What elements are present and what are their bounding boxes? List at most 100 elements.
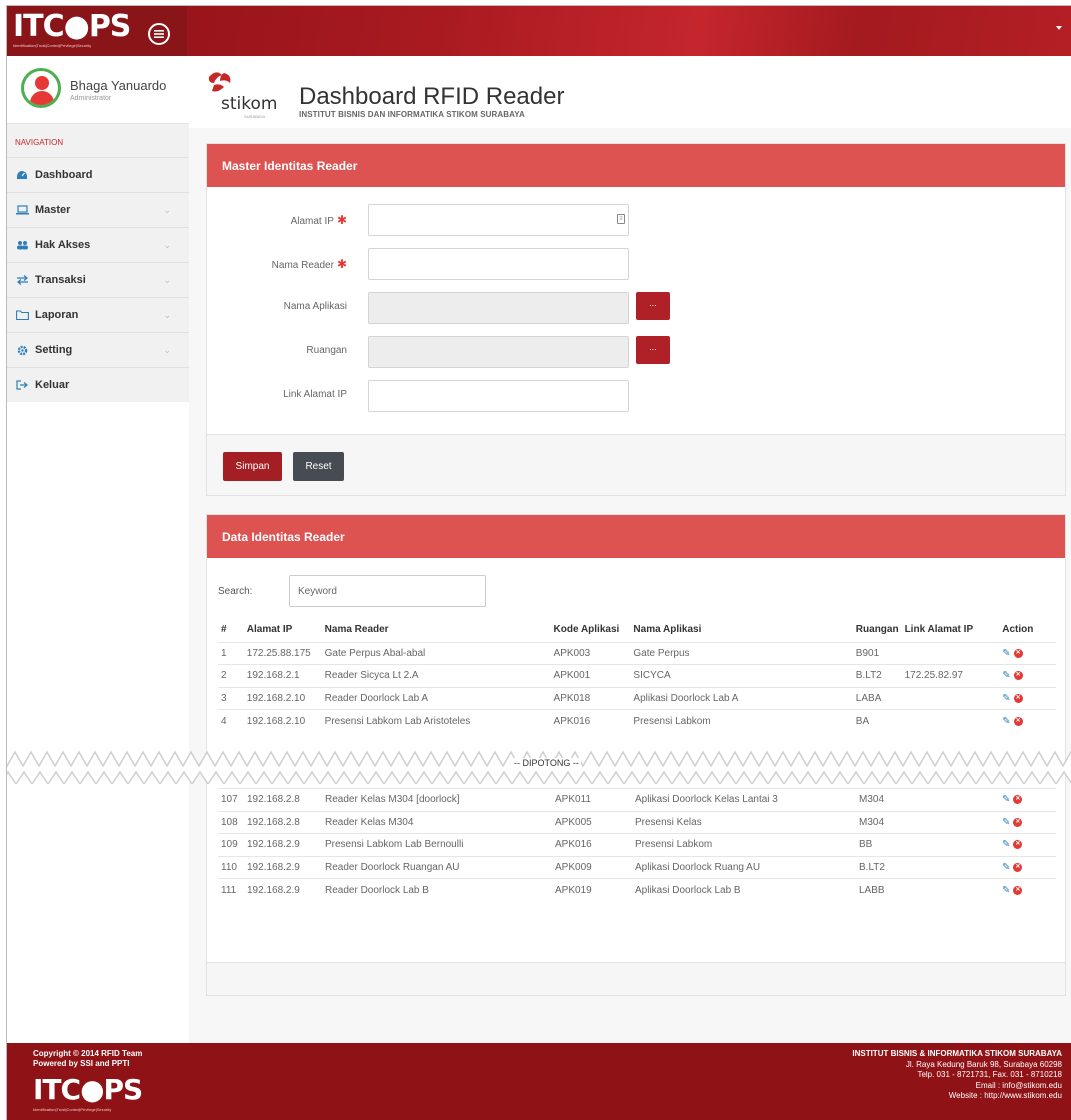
page-title: Dashboard RFID Reader <box>299 83 565 110</box>
table-cell: LABA <box>852 686 902 710</box>
nama-reader-input[interactable] <box>368 248 629 280</box>
avatar <box>21 68 61 108</box>
table-cell: Reader Doorlock Ruangan AU <box>322 855 552 879</box>
sidebar-item-dashboard[interactable]: Dashboard <box>7 157 189 192</box>
sidebar-item-keluar[interactable]: Keluar <box>7 367 189 402</box>
table-row: 107 192.168.2.8 Reader Kelas M304 [doorloc… <box>218 788 1056 811</box>
nama-aplikasi-input <box>368 292 629 324</box>
table-body-bottom: 107 192.168.2.8 Reader Kelas M304 [doorloc… <box>218 788 1056 901</box>
sign-out-icon <box>15 379 29 391</box>
sidebar-item-label: Keluar <box>35 379 70 391</box>
sidebar-item-label: Hak Akses <box>35 239 91 251</box>
edit-icon[interactable]: ✎ <box>1002 839 1010 850</box>
page-subtitle: INSTITUT BISNIS DAN INFORMATIKA STIKOM S… <box>299 110 525 119</box>
edit-icon[interactable]: ✎ <box>1002 885 1010 896</box>
app-frame: ITC●PS Identification|Trust|Control|Priv… <box>6 5 1071 1120</box>
column-header[interactable]: Nama Reader <box>322 618 551 642</box>
delete-icon[interactable]: ✕ <box>1013 716 1023 726</box>
delete-icon[interactable]: ✕ <box>1013 795 1023 805</box>
profile-role: Administrator <box>70 95 112 102</box>
table-cell: SICYCA <box>630 664 853 687</box>
table-cell <box>901 855 999 879</box>
delete-icon[interactable]: ✕ <box>1013 885 1023 895</box>
row-actions: ✎ ✕ <box>999 709 1056 732</box>
link-alamat-ip-input[interactable] <box>368 380 629 412</box>
sidebar: Bhaga Yanuardo Administrator NAVIGATION … <box>7 56 189 1056</box>
hamburger-icon <box>154 30 164 38</box>
table-cell: Presensi Labkom <box>632 833 856 856</box>
delete-icon[interactable]: ✕ <box>1013 817 1023 827</box>
data-panel-title: Data Identitas Reader <box>207 515 1065 558</box>
form-row-link-alamat-ip: Link Alamat IP <box>207 380 1067 412</box>
stikom-city: SURABAYA <box>244 114 266 119</box>
exchange-icon <box>15 274 29 286</box>
edit-icon[interactable]: ✎ <box>1002 794 1010 805</box>
footer-contact: INSTITUT BISNIS & INFORMATIKA STIKOM SUR… <box>852 1049 1062 1102</box>
delete-icon[interactable]: ✕ <box>1013 862 1023 872</box>
sidebar-item-hak-akses[interactable]: Hak Akses ⌄ <box>7 227 189 262</box>
table-cell <box>901 878 999 901</box>
chevron-down-icon: ⌄ <box>163 240 171 250</box>
user-menu-caret-icon[interactable] <box>1056 26 1062 30</box>
edit-icon[interactable]: ✎ <box>1002 817 1010 828</box>
edit-icon[interactable]: ✎ <box>1002 716 1010 727</box>
brand-logo-text: ITC●PS <box>13 9 131 44</box>
footer: Copyright © 2014 RFID Team Powered by SS… <box>7 1043 1071 1120</box>
sidebar-item-label: Transaksi <box>35 274 86 286</box>
alamat-ip-input[interactable] <box>368 204 629 236</box>
website-link[interactable]: Website : http://www.stikom.edu <box>852 1091 1062 1102</box>
delete-icon[interactable]: ✕ <box>1013 671 1023 681</box>
ruangan-picker-button[interactable]: ... <box>636 336 670 364</box>
data-table: # Alamat IP Nama Reader Kode Aplikasi Na… <box>218 618 1056 732</box>
edit-icon[interactable]: ✎ <box>1002 862 1010 873</box>
sidebar-item-laporan[interactable]: Laporan ⌄ <box>7 297 189 332</box>
column-header[interactable]: Ruangan <box>853 618 902 642</box>
save-button[interactable]: Simpan <box>223 452 282 481</box>
search-input[interactable] <box>289 575 486 607</box>
cut-label: -- DIPOTONG -- <box>512 758 581 768</box>
delete-icon[interactable]: ✕ <box>1013 840 1023 850</box>
table-cell: 109 <box>218 833 244 856</box>
menu-toggle-button[interactable] <box>148 23 170 45</box>
table-cell: Reader Doorlock Lab B <box>322 878 552 901</box>
table-cell: APK001 <box>550 664 631 687</box>
table-cell: Gate Perpus <box>630 641 853 665</box>
sidebar-item-transaksi[interactable]: Transaksi ⌄ <box>7 262 189 297</box>
column-header[interactable]: # <box>218 618 244 642</box>
sidebar-item-master[interactable]: Master ⌄ <box>7 192 189 227</box>
nav-list: Dashboard Master ⌄ Hak Akses ⌄ Transaksi… <box>7 157 189 402</box>
email-link[interactable]: Email : info@stikom.edu <box>852 1081 1062 1092</box>
delete-icon[interactable]: ✕ <box>1013 648 1023 658</box>
table-cell: 192.168.2.8 <box>244 810 322 834</box>
nama-aplikasi-picker-button[interactable]: ... <box>636 292 670 320</box>
sidebar-item-label: Master <box>35 204 71 216</box>
address-text: Jl. Raya Kedung Baruk 98, Surabaya 60298 <box>905 1059 1062 1069</box>
data-panel-footer <box>207 962 1065 995</box>
search-label: Search: <box>218 586 253 597</box>
folder-icon <box>15 309 29 321</box>
table-row: 1 172.25.88.175 Gate Perpus Abal-abal APK00… <box>218 641 1056 665</box>
brand-logo[interactable]: ITC●PS Identification|Trust|Control|Priv… <box>7 6 187 56</box>
delete-icon[interactable]: ✕ <box>1013 693 1023 703</box>
table-cell: BA <box>852 709 902 732</box>
laptop-icon <box>15 204 29 216</box>
column-header[interactable]: Alamat IP <box>244 618 322 642</box>
table-cell: Reader Sicyca Lt 2.A <box>321 664 551 687</box>
edit-icon[interactable]: ✎ <box>1002 670 1010 681</box>
table-cell: Reader Kelas M304 <box>322 810 552 834</box>
column-header[interactable]: Link Alamat IP <box>902 618 1000 642</box>
column-header[interactable]: Kode Aplikasi <box>551 618 631 642</box>
table-cell: 192.168.2.10 <box>243 686 322 710</box>
edit-icon[interactable]: ✎ <box>1002 693 1010 704</box>
sidebar-item-setting[interactable]: Setting ⌄ <box>7 332 189 367</box>
table-cell: 2 <box>218 664 244 687</box>
required-asterisk-icon: ✱ <box>336 257 347 271</box>
reset-button[interactable]: Reset <box>293 452 344 481</box>
edit-icon[interactable]: ✎ <box>1002 648 1010 659</box>
form-row-alamat-ip: Alamat IP ✱ ≡ <box>207 204 1067 236</box>
column-header[interactable]: Nama Aplikasi <box>630 618 852 642</box>
table-row: 108 192.168.2.8 Reader Kelas M304 APK005 Pre… <box>218 810 1056 834</box>
institution-name: INSTITUT BISNIS & INFORMATIKA STIKOM SUR… <box>852 1049 1062 1058</box>
row-actions: ✎ ✕ <box>999 664 1056 687</box>
powered-by-text: Powered by SSI and PPTI <box>33 1059 130 1068</box>
